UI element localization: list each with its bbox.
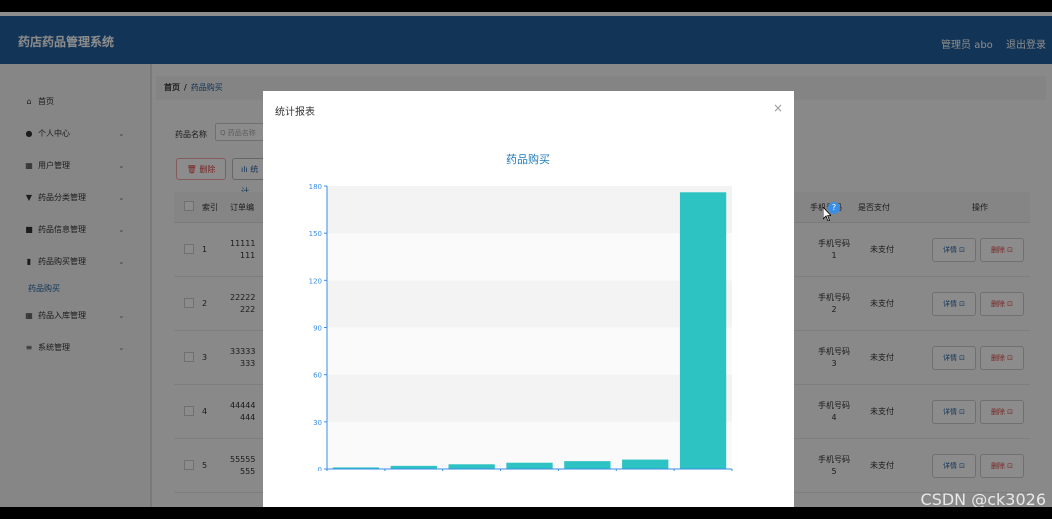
y-tick-label: 180 [309,183,322,191]
grid-band [327,327,732,375]
y-tick-label: 60 [313,372,322,380]
y-tick-label: 90 [313,325,322,333]
close-icon[interactable]: × [773,101,783,115]
bar[interactable] [448,464,495,469]
grid-band [327,233,732,281]
mouse-pointer-icon [823,207,831,221]
bar[interactable] [679,192,727,469]
y-tick-label: 0 [318,466,322,471]
dialog-title: 统计报表 [275,107,315,118]
grid-band [327,280,732,328]
bar-chart: 药品购买0306090120150180药品名称1药品名称2药品名称3药品名称4… [309,152,733,471]
bar[interactable] [622,459,669,469]
grid-band [327,186,732,234]
bar[interactable] [506,462,553,469]
y-tick-label: 120 [309,277,322,285]
y-tick-label: 150 [309,230,322,238]
y-tick-label: 30 [313,419,322,427]
bar[interactable] [564,461,611,469]
app-window: 药店药品管理系统 管理员 abo 退出登录 ⌂ 首页 ● 个人中心 ⌄ ▦ 用户管理 ⌄ ▼ 药品… [0,12,1052,507]
watermark: CSDN @ck3026 [920,490,1046,507]
stats-dialog: 统计报表 × 药品购买0306090120150180药品名称1药品名称2药品名… [263,91,794,507]
grid-band [327,421,732,469]
chart-title: 药品购买 [506,152,550,166]
grid-band [327,374,732,422]
